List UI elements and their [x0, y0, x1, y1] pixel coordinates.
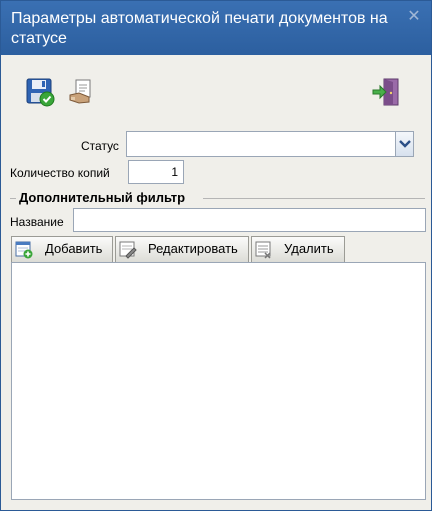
- dropdown-button[interactable]: [395, 132, 413, 156]
- window-title: Параметры автоматической печати документ…: [11, 10, 388, 47]
- filter-group-title: Дополнительный фильтр: [19, 190, 186, 205]
- title-bar[interactable]: Параметры автоматической печати документ…: [1, 1, 431, 55]
- group-divider-left: [10, 198, 16, 199]
- name-label: Название: [10, 215, 64, 229]
- chevron-down-icon: [399, 140, 411, 148]
- name-input[interactable]: [73, 208, 426, 232]
- status-select[interactable]: [126, 131, 414, 157]
- add-row-icon: [15, 241, 33, 259]
- main-toolbar: [1, 55, 431, 121]
- edit-button[interactable]: Редактировать: [115, 236, 249, 262]
- close-button[interactable]: ✕: [406, 9, 422, 25]
- delete-label: Удалить: [284, 241, 334, 256]
- filter-list[interactable]: [11, 262, 426, 500]
- group-divider-right: [203, 198, 425, 199]
- delete-button[interactable]: Удалить: [251, 236, 345, 262]
- edit-row-icon: [119, 241, 137, 259]
- print-button[interactable]: [67, 77, 97, 107]
- status-label: Статус: [81, 139, 119, 153]
- exit-door-icon: [372, 78, 399, 106]
- print-document-icon: [69, 79, 91, 104]
- exit-button[interactable]: [371, 77, 401, 107]
- edit-label: Редактировать: [148, 241, 238, 256]
- delete-row-icon: [255, 241, 271, 259]
- save-disk-check-icon: [26, 78, 55, 107]
- copies-label: Количество копий: [10, 166, 110, 180]
- add-label: Добавить: [45, 241, 103, 256]
- add-button[interactable]: Добавить: [11, 236, 113, 262]
- copies-input[interactable]: [128, 160, 184, 184]
- filter-toolbar: Добавить Редактировать Удалить: [11, 236, 431, 262]
- dialog-window: Параметры автоматической печати документ…: [0, 0, 432, 511]
- save-button[interactable]: [25, 77, 55, 107]
